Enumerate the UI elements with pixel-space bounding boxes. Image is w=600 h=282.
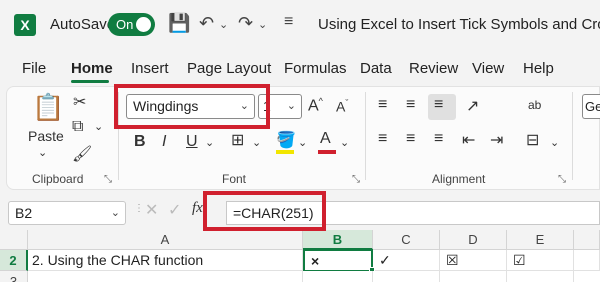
align-right-icon[interactable]: ≡ xyxy=(434,130,443,148)
excel-window: { "app": { "logo_letter": "X", "autosave… xyxy=(0,0,600,282)
align-left-icon[interactable]: ≡ xyxy=(378,130,387,148)
increase-font-icon[interactable]: A^ xyxy=(308,96,323,115)
paste-dropdown-icon[interactable]: ⌄ xyxy=(38,146,47,159)
cell-c2[interactable]: ✓ xyxy=(373,250,440,271)
italic-button[interactable]: I xyxy=(162,133,166,151)
paste-button[interactable]: Paste xyxy=(28,128,64,144)
fill-dropdown-icon[interactable]: ⌄ xyxy=(298,136,307,149)
alignment-launcher-icon[interactable]: ⤡ xyxy=(558,174,566,185)
tab-help[interactable]: Help xyxy=(523,60,554,77)
number-format-dropdown[interactable]: Gen xyxy=(582,94,600,119)
tab-file[interactable]: File xyxy=(22,60,46,77)
group-separator xyxy=(572,92,573,180)
underline-button[interactable]: U xyxy=(186,133,198,151)
alignment-group-label: Alignment xyxy=(432,172,486,186)
row-header-2[interactable]: 2 xyxy=(0,250,28,271)
formula-highlight-box xyxy=(203,191,326,231)
column-header-f[interactable] xyxy=(574,230,600,250)
cell-f2[interactable] xyxy=(574,250,600,271)
decrease-font-icon[interactable]: Aˇ xyxy=(336,98,348,115)
name-box[interactable]: B2 ⌄ xyxy=(8,201,126,225)
font-color-dropdown-icon[interactable]: ⌄ xyxy=(340,136,349,149)
insert-function-button[interactable]: fx xyxy=(192,200,203,217)
merge-center-icon[interactable]: ⊟ xyxy=(526,130,539,150)
format-painter-icon[interactable]: 🖌 xyxy=(72,144,92,164)
wrap-text-icon[interactable]: ab xyxy=(528,98,541,112)
save-icon[interactable]: 💾 xyxy=(168,13,190,34)
tab-home[interactable]: Home xyxy=(71,60,113,77)
cut-icon[interactable]: ✂ xyxy=(73,92,86,112)
chevron-down-icon: ⌄ xyxy=(110,207,120,219)
column-header-d[interactable]: D xyxy=(440,230,507,250)
chevron-down-icon: ⌄ xyxy=(286,100,296,112)
font-color-icon[interactable]: A xyxy=(320,130,331,148)
orientation-icon[interactable]: ↗ xyxy=(466,96,479,116)
font-launcher-icon[interactable]: ⤡ xyxy=(352,174,360,185)
select-all-corner[interactable] xyxy=(0,230,28,250)
cell-e2[interactable]: ☑ xyxy=(507,250,574,271)
clipboard-group-label: Clipboard xyxy=(32,172,84,186)
cancel-icon[interactable]: ✕ xyxy=(145,200,158,220)
cell-b2[interactable]: × xyxy=(303,249,373,272)
tab-page-layout[interactable]: Page Layout xyxy=(187,60,271,77)
cell-d3[interactable] xyxy=(440,271,507,282)
autosave-toggle[interactable]: On xyxy=(108,13,155,36)
toggle-knob xyxy=(136,17,151,32)
column-header-c[interactable]: C xyxy=(373,230,440,250)
tab-view[interactable]: View xyxy=(472,60,504,77)
undo-dropdown-icon[interactable]: ⌄ xyxy=(219,18,228,31)
align-middle-icon[interactable]: ≡ xyxy=(406,96,415,114)
underline-dropdown-icon[interactable]: ⌄ xyxy=(205,136,214,149)
borders-dropdown-icon[interactable]: ⌄ xyxy=(252,136,261,149)
fill-color-swatch xyxy=(276,150,294,154)
more-options-icon[interactable]: ⋮ xyxy=(134,203,144,214)
active-tab-indicator xyxy=(71,80,109,83)
column-header-a[interactable]: A xyxy=(28,230,303,250)
undo-icon[interactable]: ↶ xyxy=(199,13,214,34)
number-format-value: Gen xyxy=(585,99,600,114)
tab-formulas[interactable]: Formulas xyxy=(284,60,347,77)
redo-icon[interactable]: ↷ xyxy=(238,13,253,34)
decrease-indent-icon[interactable]: ⇤ xyxy=(462,130,475,150)
copy-icon[interactable]: ⧉ xyxy=(72,118,83,136)
fill-color-icon[interactable]: 🪣 xyxy=(276,130,296,150)
autosave-state: On xyxy=(116,17,134,32)
borders-icon[interactable]: ⊞ xyxy=(231,130,244,150)
font-color-swatch xyxy=(318,150,336,154)
merge-dropdown-icon[interactable]: ⌄ xyxy=(550,136,559,149)
tab-review[interactable]: Review xyxy=(409,60,458,77)
tab-data[interactable]: Data xyxy=(360,60,392,77)
cell-c3[interactable] xyxy=(373,271,440,282)
cell-a2[interactable]: 2. Using the CHAR function xyxy=(28,250,303,271)
enter-icon[interactable]: ✓ xyxy=(168,200,181,220)
redo-dropdown-icon[interactable]: ⌄ xyxy=(258,18,267,31)
increase-indent-icon[interactable]: ⇥ xyxy=(490,130,503,150)
bold-button[interactable]: B xyxy=(134,133,146,151)
name-box-value: B2 xyxy=(15,205,33,221)
cell-b3[interactable] xyxy=(303,271,373,282)
cell-a3[interactable] xyxy=(28,271,303,282)
customize-qat-icon[interactable]: ≡ xyxy=(284,13,293,31)
font-group-label: Font xyxy=(222,172,247,186)
autosave-label: AutoSave xyxy=(50,16,116,33)
group-separator xyxy=(365,92,366,180)
excel-logo-icon: X xyxy=(14,14,36,36)
tab-insert[interactable]: Insert xyxy=(131,60,169,77)
align-center-icon[interactable]: ≡ xyxy=(406,130,415,148)
paste-icon[interactable]: 📋 xyxy=(32,92,64,123)
row-header-3[interactable]: 3 xyxy=(0,271,28,282)
cell-d2[interactable]: ☒ xyxy=(440,250,507,271)
column-header-b[interactable]: B xyxy=(303,230,373,250)
copy-dropdown-icon[interactable]: ⌄ xyxy=(94,120,103,133)
column-header-e[interactable]: E xyxy=(507,230,574,250)
align-bottom-icon[interactable]: ≡ xyxy=(434,96,443,114)
clipboard-launcher-icon[interactable]: ⤡ xyxy=(104,174,112,185)
cell-e3[interactable] xyxy=(507,271,574,282)
font-highlight-box xyxy=(114,84,270,129)
align-top-icon[interactable]: ≡ xyxy=(378,96,387,114)
document-title: Using Excel to Insert Tick Symbols and C… xyxy=(318,16,600,33)
